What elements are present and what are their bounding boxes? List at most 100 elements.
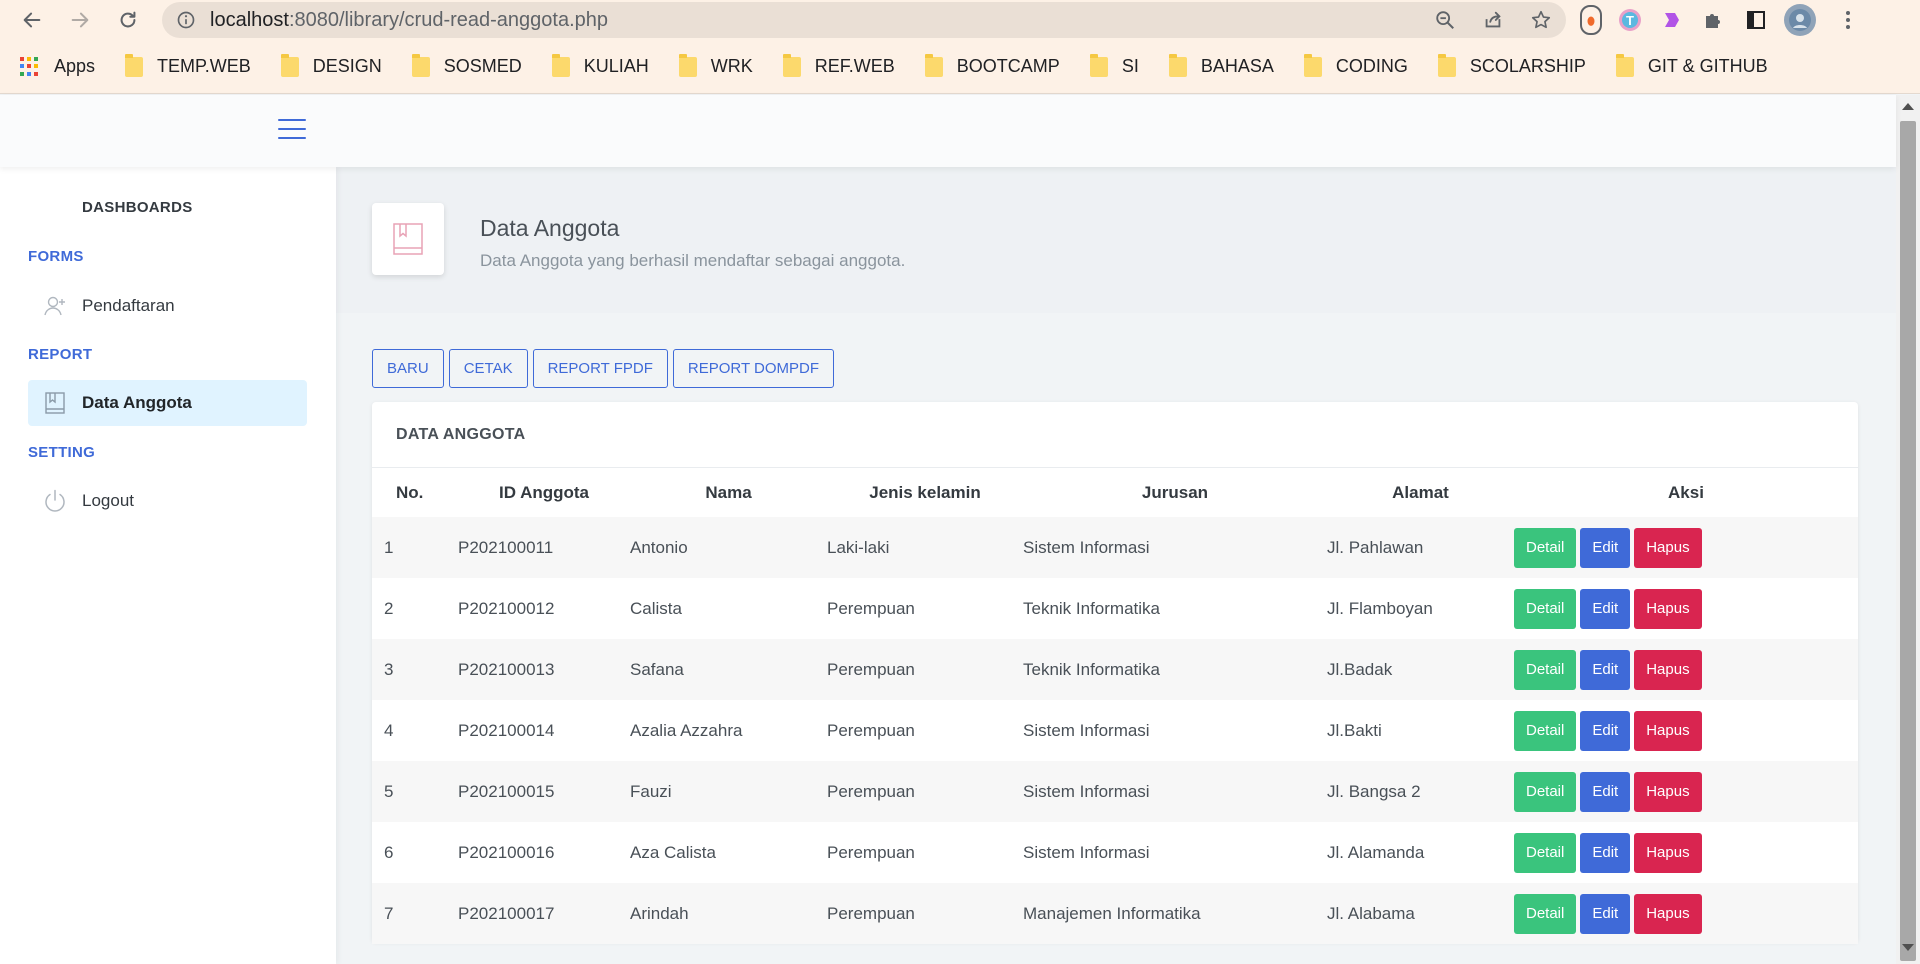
share-icon[interactable] (1482, 9, 1504, 31)
edit-button[interactable]: Edit (1580, 588, 1631, 629)
edit-button[interactable]: Edit (1580, 893, 1631, 934)
folder-icon (1089, 53, 1108, 77)
cell-id: P202100015 (458, 781, 555, 801)
column-header-nama: Nama (705, 482, 752, 502)
edit-button[interactable]: Edit (1580, 832, 1631, 873)
scroll-thumb[interactable] (1900, 121, 1916, 961)
report-dompdf-button[interactable]: REPORT DOMPDF (672, 349, 835, 388)
extension-1[interactable] (1580, 5, 1602, 35)
scroll-down-arrow[interactable] (1902, 944, 1914, 951)
hapus-button[interactable]: Hapus (1634, 771, 1702, 812)
extensions-button[interactable] (1700, 6, 1728, 34)
edit-button[interactable]: Edit (1580, 771, 1631, 812)
profile-avatar[interactable] (1784, 4, 1816, 36)
cell-aksi: Detail Edit Hapus (1514, 578, 1858, 639)
cell-jenis-kelamin: Perempuan (827, 720, 915, 740)
bookmark-label: WRK (710, 56, 753, 76)
cell-nama: Calista (630, 598, 682, 618)
cell-no: 1 (384, 537, 394, 557)
back-button[interactable] (12, 0, 52, 40)
browser-menu-button[interactable] (1834, 6, 1862, 34)
data-anggota-table: No. ID Anggota Nama Jenis kelamin Jurusa… (372, 468, 1858, 944)
cell-jenis-kelamin: Perempuan (827, 842, 915, 862)
side-panel-button[interactable] (1742, 6, 1770, 34)
folder-icon (924, 53, 943, 77)
bookmark-bahasa[interactable]: BAHASA (1168, 53, 1274, 77)
bookmark-sosmed[interactable]: SOSMED (411, 53, 522, 77)
bookmark-scolarship[interactable]: SCOLARSHIP (1437, 53, 1586, 77)
cell-jurusan: Sistem Informasi (1023, 781, 1150, 801)
detail-button[interactable]: Detail (1514, 649, 1577, 690)
t-extension-icon: T (1619, 9, 1641, 31)
bookmark-label: SCOLARSHIP (1469, 56, 1586, 76)
info-icon[interactable] (176, 10, 196, 30)
folder-icon (411, 53, 430, 77)
cell-jurusan: Sistem Informasi (1023, 842, 1150, 862)
bookmark-si[interactable]: SI (1089, 53, 1139, 77)
sidebar-item-label: Data Anggota (82, 393, 192, 412)
folder-icon (1168, 53, 1187, 77)
bookmark-kuliah[interactable]: KULIAH (551, 53, 649, 77)
detail-button[interactable]: Detail (1514, 527, 1577, 568)
bookmark-git-github[interactable]: GIT & GITHUB (1615, 53, 1768, 77)
hapus-button[interactable]: Hapus (1634, 588, 1702, 629)
folder-icon (280, 53, 299, 77)
cell-aksi: Detail Edit Hapus (1514, 517, 1858, 578)
folder-icon (678, 53, 697, 77)
detail-button[interactable]: Detail (1514, 588, 1577, 629)
hamburger-icon[interactable] (278, 119, 306, 139)
table-row: 1 P202100011 Antonio Laki-laki Sistem In… (372, 517, 1858, 578)
url-host: localhost (210, 8, 289, 31)
cell-no: 7 (384, 903, 394, 923)
cell-jenis-kelamin: Perempuan (827, 598, 915, 618)
cell-aksi: Detail Edit Hapus (1514, 700, 1858, 761)
kebab-menu-icon (1846, 11, 1850, 29)
forward-button[interactable] (60, 0, 100, 40)
bookmark-coding[interactable]: CODING (1303, 53, 1408, 77)
bookmark-ref-web[interactable]: REF.WEB (782, 53, 895, 77)
extension-3[interactable] (1658, 6, 1686, 34)
cetak-button[interactable]: CETAK (448, 349, 528, 388)
sidebar-dashboards-heading[interactable]: DASHBOARDS (82, 199, 193, 216)
edit-button[interactable]: Edit (1580, 710, 1631, 751)
apps-shortcut[interactable]: Apps (20, 56, 95, 77)
bookmark-temp-web[interactable]: TEMP.WEB (125, 53, 251, 77)
page-scrollbar[interactable] (1896, 95, 1920, 964)
bookmark-wrk[interactable]: WRK (678, 53, 753, 77)
detail-button[interactable]: Detail (1514, 893, 1577, 934)
cell-nama: Fauzi (630, 781, 672, 801)
cell-no: 4 (384, 720, 394, 740)
sidebar-item-data-anggota[interactable]: Data Anggota (28, 380, 307, 426)
bookmark-design[interactable]: DESIGN (280, 53, 382, 77)
bookmark-label: SI (1121, 56, 1139, 76)
detail-button[interactable]: Detail (1514, 771, 1577, 812)
column-header-no: No. (396, 482, 424, 502)
report-fpdf-button[interactable]: REPORT FPDF (532, 349, 668, 388)
main-content: Data Anggota Data Anggota yang berhasil … (336, 167, 1896, 964)
scroll-up-arrow[interactable] (1902, 103, 1914, 110)
zoom-out-icon[interactable] (1434, 9, 1456, 31)
extension-2[interactable]: T (1616, 6, 1644, 34)
power-icon (42, 488, 68, 514)
sidebar: DASHBOARDS FORMS Pendaftaran REPORT Data… (0, 167, 336, 964)
detail-button[interactable]: Detail (1514, 710, 1577, 751)
cell-jurusan: Sistem Informasi (1023, 720, 1150, 740)
hapus-button[interactable]: Hapus (1634, 527, 1702, 568)
reload-button[interactable] (108, 0, 148, 40)
bookmark-bootcamp[interactable]: BOOTCAMP (924, 53, 1060, 77)
cell-alamat: Jl.Badak (1327, 659, 1393, 679)
address-bar[interactable]: localhost:8080/library/crud-read-anggota… (162, 2, 1566, 38)
hapus-button[interactable]: Hapus (1634, 710, 1702, 751)
arrow-right-icon (71, 12, 89, 28)
detail-button[interactable]: Detail (1514, 832, 1577, 873)
hapus-button[interactable]: Hapus (1634, 893, 1702, 934)
edit-button[interactable]: Edit (1580, 527, 1631, 568)
baru-button[interactable]: BARU (372, 349, 444, 388)
sidebar-item-logout[interactable]: Logout (28, 478, 307, 524)
sidebar-item-pendaftaran[interactable]: Pendaftaran (28, 283, 307, 329)
edit-button[interactable]: Edit (1580, 649, 1631, 690)
hapus-button[interactable]: Hapus (1634, 832, 1702, 873)
cell-alamat: Jl.Bakti (1327, 720, 1382, 740)
star-icon[interactable] (1530, 9, 1552, 31)
hapus-button[interactable]: Hapus (1634, 649, 1702, 690)
